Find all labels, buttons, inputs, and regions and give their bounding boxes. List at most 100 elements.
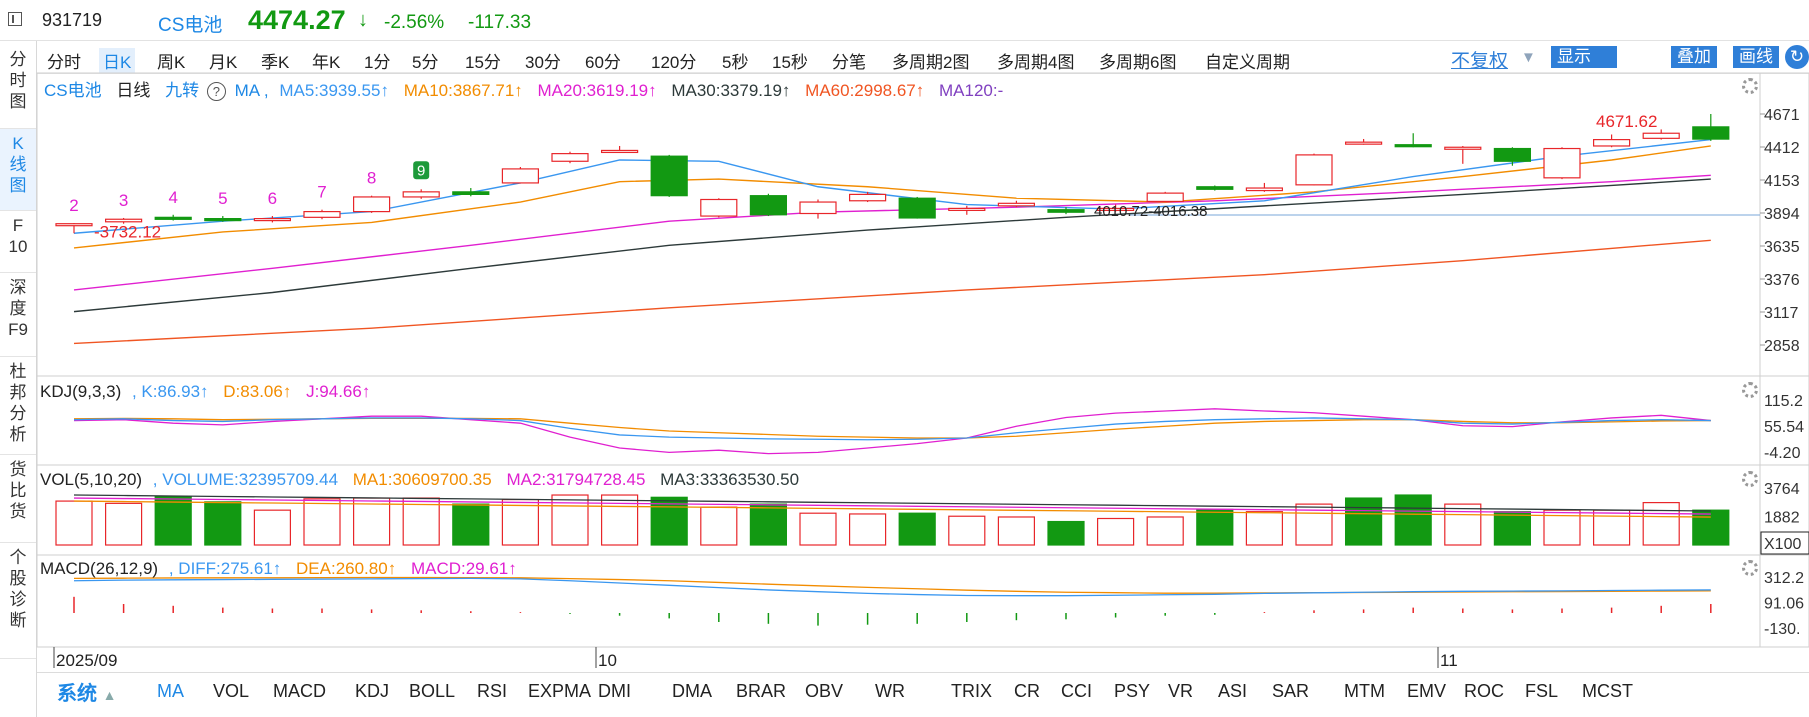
volume-bar	[1493, 511, 1532, 546]
volume-bar	[799, 512, 837, 546]
volume-bar	[1394, 494, 1432, 546]
volume-bar	[55, 500, 93, 546]
nine-turn-number: 6	[268, 189, 277, 208]
legend-ma5: MA5:3939.55↑	[279, 81, 389, 100]
candle-body	[1692, 126, 1730, 140]
vol-settings-gear-icon[interactable]	[1742, 471, 1758, 487]
legend-ma10: MA10:3867.71↑	[403, 81, 523, 100]
volume-bar	[948, 515, 986, 546]
indicator-vr[interactable]: VR	[1168, 681, 1193, 702]
legend-jiuzhuan[interactable]: 九转	[165, 81, 199, 100]
macd-tick-label: -130.	[1764, 621, 1800, 638]
kdj-j-line	[73, 408, 1711, 455]
help-icon[interactable]: ?	[206, 82, 226, 101]
low-price-annotation: -3732.12	[94, 222, 161, 241]
indicator-expma[interactable]: EXPMA	[528, 681, 591, 702]
indicator-asi[interactable]: ASI	[1218, 681, 1247, 702]
indicator-macd[interactable]: MACD	[273, 681, 326, 702]
nine-turn-number: 4	[168, 188, 177, 207]
price-tick-label: 3376	[1764, 272, 1800, 289]
indicator-wr[interactable]: WR	[875, 681, 905, 702]
indicator-trix[interactable]: TRIX	[951, 681, 992, 702]
legend-ma60: MA60:2998.67↑	[805, 81, 925, 100]
volume-bar	[1146, 516, 1184, 546]
macd-diff-line	[73, 577, 1711, 597]
volume-bar	[452, 503, 490, 546]
indicator-mtm[interactable]: MTM	[1344, 681, 1385, 702]
date-label: 2025/09	[56, 651, 117, 670]
indicator-psy[interactable]: PSY	[1114, 681, 1150, 702]
indicator-kdj[interactable]: KDJ	[355, 681, 389, 702]
price-tick-label: 4671	[1764, 107, 1800, 124]
kdj-legend: KDJ(9,3,3) , K:86.93↑ D:83.06↑ J:94.66↑	[40, 382, 370, 402]
caret-up-icon: ▲	[102, 687, 117, 703]
macd-name[interactable]: MACD(26,12,9)	[40, 559, 158, 578]
candle-body	[799, 201, 837, 215]
vol-tick-label: 1882	[1764, 510, 1800, 527]
candle-body	[600, 149, 639, 154]
indicator-dma[interactable]: DMA	[672, 681, 712, 702]
nine-turn-number: 7	[317, 183, 326, 202]
candle-body	[1295, 154, 1333, 186]
volume-bar	[501, 498, 539, 546]
volume-bar	[898, 512, 936, 546]
volume-bar	[253, 509, 291, 546]
indicator-ma[interactable]: MA	[157, 681, 184, 702]
indicator-roc[interactable]: ROC	[1464, 681, 1504, 702]
macd-diff: , DIFF:275.61↑	[168, 559, 282, 578]
vol-tick-label: 3764	[1764, 481, 1800, 498]
kdj-d: D:83.06↑	[223, 382, 292, 401]
volume-bar	[303, 498, 341, 546]
volume-bar	[1344, 497, 1383, 546]
main-settings-gear-icon[interactable]	[1742, 78, 1758, 94]
kdj-tick-label: 115.2	[1764, 393, 1803, 410]
legend-period: 日线	[116, 81, 151, 100]
indicator-fsl[interactable]: FSL	[1525, 681, 1558, 702]
indicator-rsi[interactable]: RSI	[477, 681, 507, 702]
ma60-line	[73, 239, 1711, 345]
indicator-cr[interactable]: CR	[1014, 681, 1040, 702]
indicator-obv[interactable]: OBV	[805, 681, 843, 702]
candle-body	[848, 193, 887, 202]
candle-body	[1245, 187, 1284, 192]
indicator-emv[interactable]: EMV	[1407, 681, 1446, 702]
macd-macd: MACD:29.61↑	[410, 559, 517, 578]
volume-bar	[600, 494, 639, 546]
indicator-brar[interactable]: BRAR	[736, 681, 786, 702]
kdj-name[interactable]: KDJ(9,3,3)	[40, 382, 121, 401]
date-label: 11	[1440, 651, 1458, 670]
main-legend: CS电池 日线 九转 ? MA , MA5:3939.55↑ MA10:3867…	[44, 76, 1003, 101]
macd-legend: MACD(26,12,9) , DIFF:275.61↑ DEA:260.80↑…	[40, 559, 517, 579]
candle-body	[1444, 146, 1482, 150]
vol-volume: , VOLUME:32395709.44	[152, 470, 339, 489]
candle-body	[1493, 147, 1532, 162]
nine-turn-number: 2	[69, 196, 78, 215]
indicator-mcst[interactable]: MCST	[1582, 681, 1633, 702]
kdj-j: J:94.66↑	[306, 382, 371, 401]
volume-bar	[353, 497, 391, 546]
high-price-annotation: 4671.62	[1596, 112, 1657, 131]
system-button[interactable]: 系统 ▲	[57, 677, 116, 706]
candle-body	[1196, 186, 1234, 190]
volume-bar	[154, 495, 192, 546]
nine-turn-number: 8	[367, 169, 376, 188]
candle-body	[1146, 192, 1184, 203]
volume-bar	[1692, 509, 1730, 546]
vol-name[interactable]: VOL(5,10,20)	[40, 470, 142, 489]
kdj-tick-label: -4.20	[1764, 445, 1801, 462]
kdj-settings-gear-icon[interactable]	[1742, 382, 1758, 398]
indicator-dmi[interactable]: DMI	[598, 681, 631, 702]
volume-bar	[1096, 517, 1135, 546]
candle-body	[452, 191, 490, 195]
indicator-boll[interactable]: BOLL	[409, 681, 455, 702]
legend-ma[interactable]: MA ,	[235, 81, 269, 100]
candle-body	[154, 216, 192, 220]
indicator-cci[interactable]: CCI	[1061, 681, 1092, 702]
indicator-vol[interactable]: VOL	[213, 681, 249, 702]
price-tick-label: 4412	[1764, 140, 1800, 157]
indicator-sar[interactable]: SAR	[1272, 681, 1309, 702]
macd-settings-gear-icon[interactable]	[1742, 560, 1758, 576]
gap-annotation: 4010.72-4016.38	[1094, 203, 1207, 220]
kdj-d-line	[73, 417, 1711, 439]
volume-bar	[749, 503, 788, 546]
